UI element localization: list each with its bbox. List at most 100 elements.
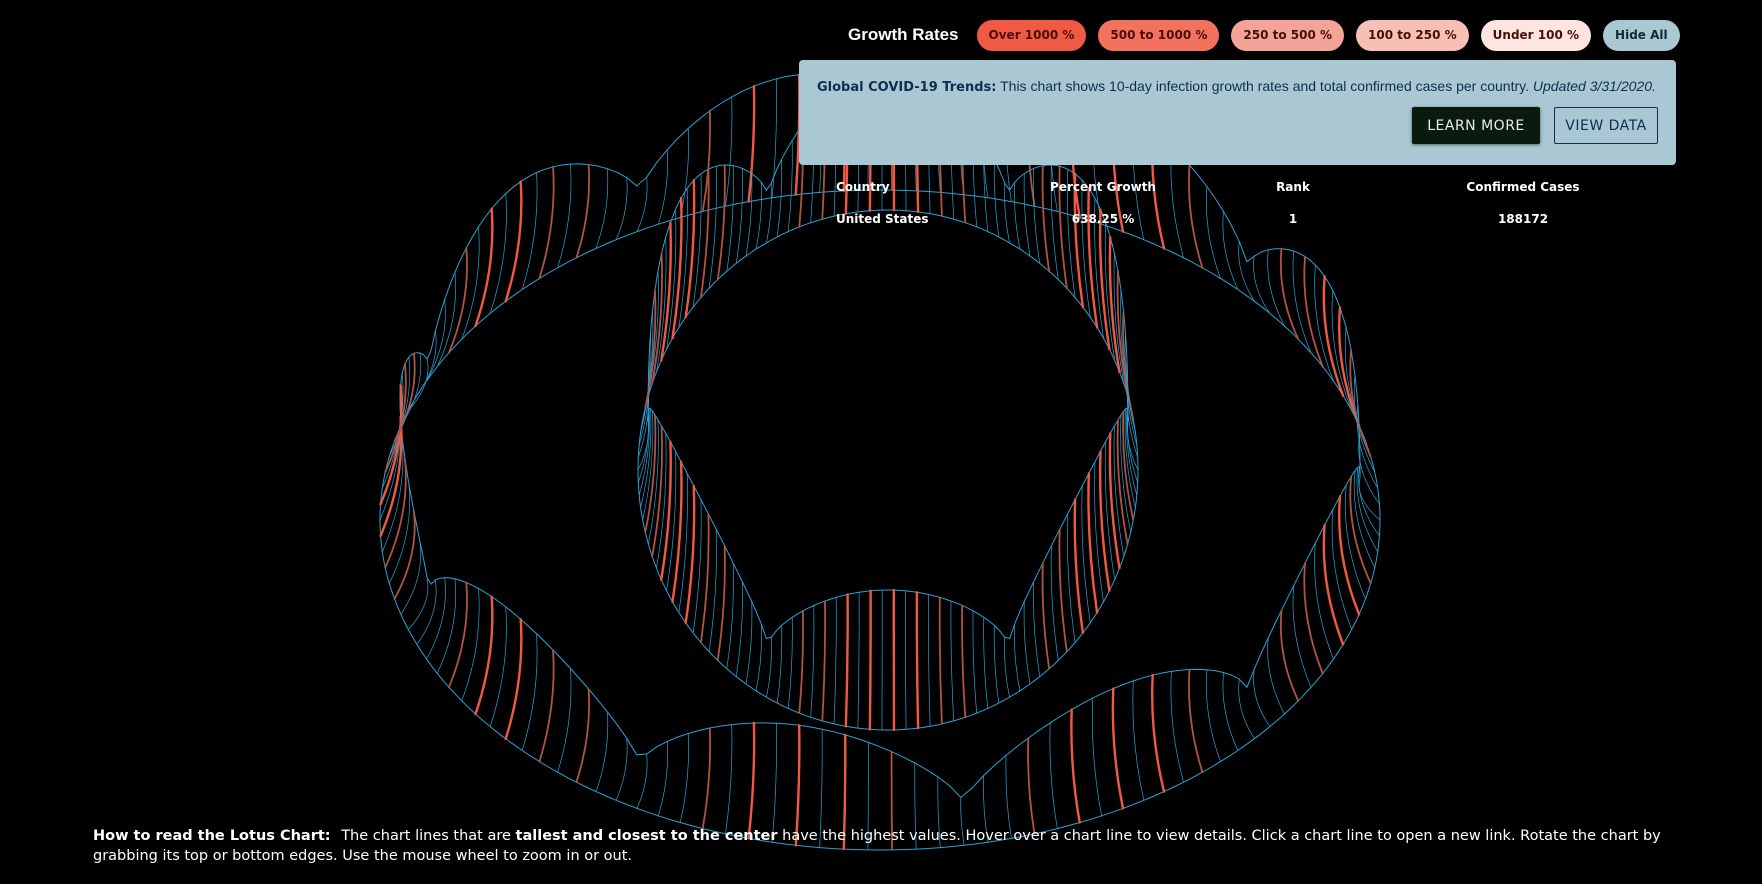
chart-line[interactable] [905, 590, 907, 730]
chart-line[interactable] [950, 600, 955, 722]
chart-line[interactable] [766, 182, 772, 244]
chart-line[interactable] [658, 741, 668, 817]
chart-line[interactable] [787, 616, 793, 709]
chart-line[interactable] [1303, 255, 1324, 368]
chart-line[interactable] [1170, 671, 1184, 783]
chart-line[interactable] [1206, 669, 1221, 762]
chart-line[interactable] [810, 605, 815, 718]
chart-line[interactable] [1188, 668, 1204, 774]
chart-line[interactable] [1292, 585, 1312, 688]
chart-line[interactable] [1087, 472, 1099, 614]
chart-line[interactable] [651, 425, 663, 558]
chart-line[interactable] [1058, 528, 1068, 653]
chart-line[interactable] [1292, 250, 1312, 354]
chart-line[interactable] [993, 625, 1000, 704]
chart-line[interactable] [755, 623, 762, 692]
chart-line[interactable] [1033, 581, 1041, 677]
chart-line[interactable] [474, 595, 494, 716]
chart-line[interactable] [557, 668, 572, 773]
chart-line[interactable] [735, 168, 743, 264]
chart-line[interactable] [821, 600, 826, 722]
chart-line[interactable] [716, 164, 726, 281]
chart-line[interactable] [938, 596, 943, 725]
chart-line[interactable] [844, 593, 849, 728]
chart-line[interactable] [708, 165, 717, 289]
chart-line[interactable] [436, 578, 457, 674]
chart-line[interactable] [1070, 708, 1081, 824]
chart-line[interactable] [1049, 722, 1058, 829]
chart-line[interactable] [615, 737, 628, 801]
chart-line[interactable] [787, 140, 793, 232]
chart-line[interactable] [1122, 410, 1135, 521]
filter-100-to-250-button[interactable]: 100 to 250 % [1356, 19, 1469, 51]
filter-500-to-1000-button[interactable]: 500 to 1000 % [1098, 19, 1220, 51]
chart-line[interactable] [642, 410, 654, 521]
chart-line[interactable] [595, 711, 609, 792]
chart-line[interactable] [1014, 623, 1021, 692]
chart-line[interactable] [735, 581, 743, 677]
chart-line[interactable] [1358, 435, 1380, 505]
chart-line[interactable] [1279, 609, 1300, 702]
chart-line[interactable] [1337, 306, 1361, 427]
chart-line[interactable] [538, 649, 555, 763]
chart-line[interactable] [636, 176, 648, 232]
chart-line[interactable] [927, 594, 931, 727]
chart-line[interactable] [1303, 562, 1324, 675]
chart-line[interactable] [407, 577, 429, 630]
chart-line[interactable] [1356, 466, 1379, 553]
chart-line[interactable] [1023, 601, 1031, 685]
chart-line[interactable] [1091, 697, 1102, 817]
chart-line[interactable] [1151, 674, 1166, 793]
chart-line[interactable] [701, 727, 712, 830]
chart-line[interactable] [700, 168, 710, 299]
chart-line[interactable] [1344, 327, 1366, 442]
chart-line[interactable] [747, 85, 756, 203]
chart-line[interactable] [725, 96, 733, 207]
view-data-button[interactable]: VIEW DATA [1554, 107, 1658, 144]
filter-250-to-500-button[interactable]: 250 to 500 % [1231, 19, 1345, 51]
chart-line[interactable] [755, 182, 762, 250]
chart-line[interactable] [1111, 687, 1125, 810]
chart-line[interactable] [1050, 545, 1059, 661]
filter-under-100-button[interactable]: Under 100 % [1480, 19, 1592, 51]
chart-line[interactable] [771, 722, 777, 843]
chart-line[interactable] [1337, 495, 1361, 616]
chart-line[interactable] [684, 484, 696, 624]
chart-line[interactable] [436, 271, 457, 367]
chart-line[interactable] [725, 724, 733, 835]
chart-line[interactable] [1098, 450, 1111, 592]
chart-line[interactable] [448, 581, 468, 689]
chart-line[interactable] [776, 158, 783, 238]
chart-line[interactable] [636, 753, 648, 809]
chart-line[interactable] [407, 358, 429, 411]
chart-line[interactable] [521, 633, 538, 751]
chart-line[interactable] [575, 163, 590, 259]
chart-line[interactable] [461, 588, 480, 702]
chart-line[interactable] [776, 625, 783, 704]
chart-line[interactable] [679, 733, 689, 823]
chart-line[interactable] [379, 384, 403, 506]
chart-line[interactable] [1253, 669, 1271, 727]
chart-line[interactable] [1331, 509, 1353, 630]
chart-line[interactable] [708, 529, 717, 652]
chart-line[interactable] [833, 597, 837, 725]
chart-line[interactable] [595, 168, 609, 249]
chart-line[interactable] [868, 589, 872, 731]
chart-line[interactable] [658, 149, 668, 225]
chart-line[interactable] [747, 721, 756, 840]
chart-line[interactable] [1004, 636, 1010, 698]
chart-line[interactable] [745, 601, 753, 685]
chart-line[interactable] [1041, 562, 1051, 670]
chart-line[interactable] [716, 544, 726, 662]
chart-line[interactable] [1238, 678, 1255, 740]
chart-line[interactable] [915, 591, 920, 730]
chart-line[interactable] [416, 579, 437, 645]
chart-line[interactable] [726, 562, 734, 670]
chart-line[interactable] [700, 513, 710, 644]
chart-line[interactable] [983, 616, 989, 709]
chart-line[interactable] [857, 591, 860, 729]
chart-line[interactable] [504, 180, 523, 303]
hide-all-button[interactable]: Hide All [1603, 19, 1680, 51]
chart-line[interactable] [961, 604, 967, 719]
chart-line[interactable] [504, 618, 523, 740]
